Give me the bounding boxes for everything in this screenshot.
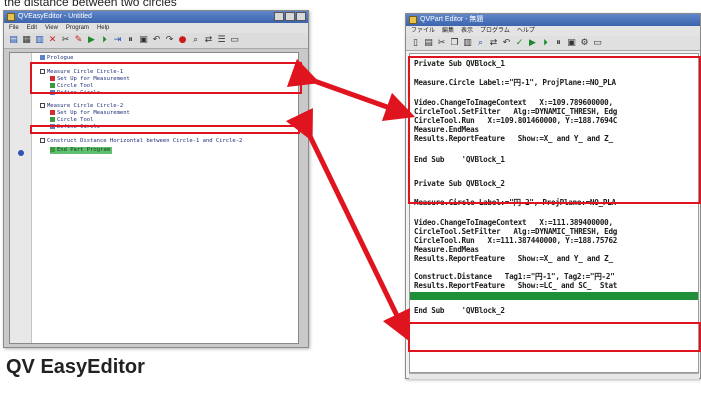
open-icon[interactable]: ▦ bbox=[21, 35, 32, 46]
paste-icon[interactable]: ▥ bbox=[462, 38, 473, 49]
menu-edit[interactable]: Edit bbox=[27, 23, 37, 33]
run-icon[interactable]: ▶ bbox=[527, 38, 538, 49]
window-icon[interactable]: ▭ bbox=[229, 35, 240, 46]
new-icon[interactable]: ▯ bbox=[410, 38, 421, 49]
arrow-circle-block bbox=[286, 58, 416, 122]
cut-icon[interactable]: ✂ bbox=[436, 38, 447, 49]
cut-icon[interactable]: ✂ bbox=[60, 35, 71, 46]
redo-icon[interactable]: ↷ bbox=[164, 35, 175, 46]
circle-tool-icon bbox=[50, 117, 55, 122]
left-titlebar: QVEasyEditor - Untitled bbox=[4, 11, 308, 23]
setup-icon bbox=[50, 110, 55, 115]
code-line: Results.ReportFeature Show:=X_ and Y_ an… bbox=[414, 254, 613, 263]
prologue-icon bbox=[40, 55, 45, 60]
copy-icon[interactable]: ❐ bbox=[449, 38, 460, 49]
menu-help[interactable]: ヘルプ bbox=[517, 26, 535, 36]
code-line: Measure.EndMeas bbox=[414, 245, 479, 254]
open-icon[interactable]: ▤ bbox=[423, 38, 434, 49]
code-line: End Sub 'QVBlock_2 bbox=[414, 306, 505, 315]
right-menubar: ファイル 編集 表示 プログラム ヘルプ bbox=[406, 26, 700, 36]
current-line-highlight bbox=[410, 292, 698, 300]
tree-gutter bbox=[10, 53, 32, 343]
right-toolbar: ▯ ▤ ✂ ❐ ▥ ⌕ ⇄ ↶ ✓ ▶ ⏵ ⏸ ▣ ⚙ ▭ bbox=[406, 36, 700, 51]
left-menubar: File Edit View Program Help bbox=[4, 23, 308, 33]
top-caption: the distance between two circles bbox=[4, 0, 177, 9]
bottom-caption: QV EasyEditor bbox=[6, 356, 145, 378]
right-titlebar: QVPart Editor - 無題 bbox=[406, 14, 700, 26]
undo-icon[interactable]: ↶ bbox=[151, 35, 162, 46]
find-icon[interactable]: ⌕ bbox=[190, 35, 201, 46]
code-line: Construct.Distance Tag1:="円-1", Tag2:="円… bbox=[414, 272, 615, 281]
app-icon bbox=[7, 13, 15, 21]
stop-icon[interactable]: ▣ bbox=[566, 38, 577, 49]
left-toolbar: ▤ ▦ ▥ ✕ ✂ ✎ ▶ ⏵ ⇥ ⏸ ▣ ↶ ↷ ● ⌕ ⇄ ☰ ▭ bbox=[4, 33, 308, 49]
tree-item-circle-tool-2[interactable]: Circle Tool bbox=[50, 117, 93, 124]
step-icon[interactable]: ⏵ bbox=[540, 38, 551, 49]
menu-edit[interactable]: 編集 bbox=[442, 26, 454, 36]
current-step-marker bbox=[18, 150, 24, 156]
code-line: Results.ReportFeature Show:=LC_ and SC_ … bbox=[414, 281, 618, 290]
tree-item-end-program[interactable]: End Part Program bbox=[50, 147, 112, 154]
code-line: CircleTool.SetFilter Alg:=DYNAMIC_THRESH… bbox=[414, 227, 618, 236]
close-button[interactable] bbox=[296, 12, 306, 21]
stop-icon[interactable]: ▣ bbox=[138, 35, 149, 46]
right-window-title: QVPart Editor - 無題 bbox=[420, 16, 484, 23]
expand-icon[interactable] bbox=[40, 138, 45, 143]
pause-icon[interactable]: ⏸ bbox=[125, 35, 136, 46]
tree-item-setup-2[interactable]: Set Up for Measurement bbox=[50, 110, 130, 117]
tree-item-construct-distance[interactable]: Construct Distance Horizontal between Ci… bbox=[40, 138, 242, 145]
menu-program[interactable]: プログラム bbox=[480, 26, 510, 36]
highlight-circle-1 bbox=[30, 62, 302, 94]
easy-editor-window: QVEasyEditor - Untitled File Edit View P… bbox=[3, 10, 309, 348]
highlight-construct-distance bbox=[30, 125, 300, 134]
replace-icon[interactable]: ⇄ bbox=[203, 35, 214, 46]
tree-item-prologue[interactable]: Prologue bbox=[40, 55, 74, 62]
record-icon[interactable]: ● bbox=[177, 35, 188, 46]
minimize-button[interactable] bbox=[274, 12, 284, 21]
menu-help[interactable]: Help bbox=[97, 23, 109, 33]
horizontal-scrollbar[interactable] bbox=[409, 373, 699, 379]
step-into-icon[interactable]: ⇥ bbox=[112, 35, 123, 46]
menu-view[interactable]: 表示 bbox=[461, 26, 473, 36]
app-icon bbox=[409, 16, 417, 24]
pause-icon[interactable]: ⏸ bbox=[553, 38, 564, 49]
tree-item-measure-circle-2[interactable]: Measure Circle Circle-2 bbox=[40, 103, 123, 110]
highlight-construct-code bbox=[408, 322, 701, 352]
menu-file[interactable]: ファイル bbox=[411, 26, 435, 36]
program-tree: Prologue Measure Circle Circle-1 Set Up … bbox=[9, 52, 299, 344]
delete-icon[interactable]: ✕ bbox=[47, 35, 58, 46]
menu-file[interactable]: File bbox=[9, 23, 19, 33]
code-line: Video.ChangeToImageContext X:=111.389400… bbox=[414, 218, 613, 227]
menu-view[interactable]: View bbox=[45, 23, 58, 33]
undo-icon[interactable]: ↶ bbox=[501, 38, 512, 49]
replace-icon[interactable]: ⇄ bbox=[488, 38, 499, 49]
left-window-title: QVEasyEditor - Untitled bbox=[18, 13, 92, 20]
maximize-button[interactable] bbox=[285, 12, 295, 21]
end-program-icon bbox=[50, 147, 55, 152]
code-line: CircleTool.Run X:=111.387440000, Y:=188.… bbox=[414, 236, 618, 245]
find-icon[interactable]: ⌕ bbox=[475, 38, 486, 49]
run-icon[interactable]: ▶ bbox=[86, 35, 97, 46]
new-icon[interactable]: ▤ bbox=[8, 35, 19, 46]
options-icon[interactable]: ⚙ bbox=[579, 38, 590, 49]
save-icon[interactable]: ▥ bbox=[34, 35, 45, 46]
highlight-qvblock-1 bbox=[408, 56, 701, 204]
expand-icon[interactable] bbox=[40, 103, 45, 108]
window-icon[interactable]: ▭ bbox=[592, 38, 603, 49]
menu-program[interactable]: Program bbox=[66, 23, 89, 33]
check-icon[interactable]: ✓ bbox=[514, 38, 525, 49]
arrow-construct-block bbox=[285, 107, 410, 342]
tool-icon[interactable]: ✎ bbox=[73, 35, 84, 46]
step-icon[interactable]: ⏵ bbox=[99, 35, 110, 46]
options-icon[interactable]: ☰ bbox=[216, 35, 227, 46]
